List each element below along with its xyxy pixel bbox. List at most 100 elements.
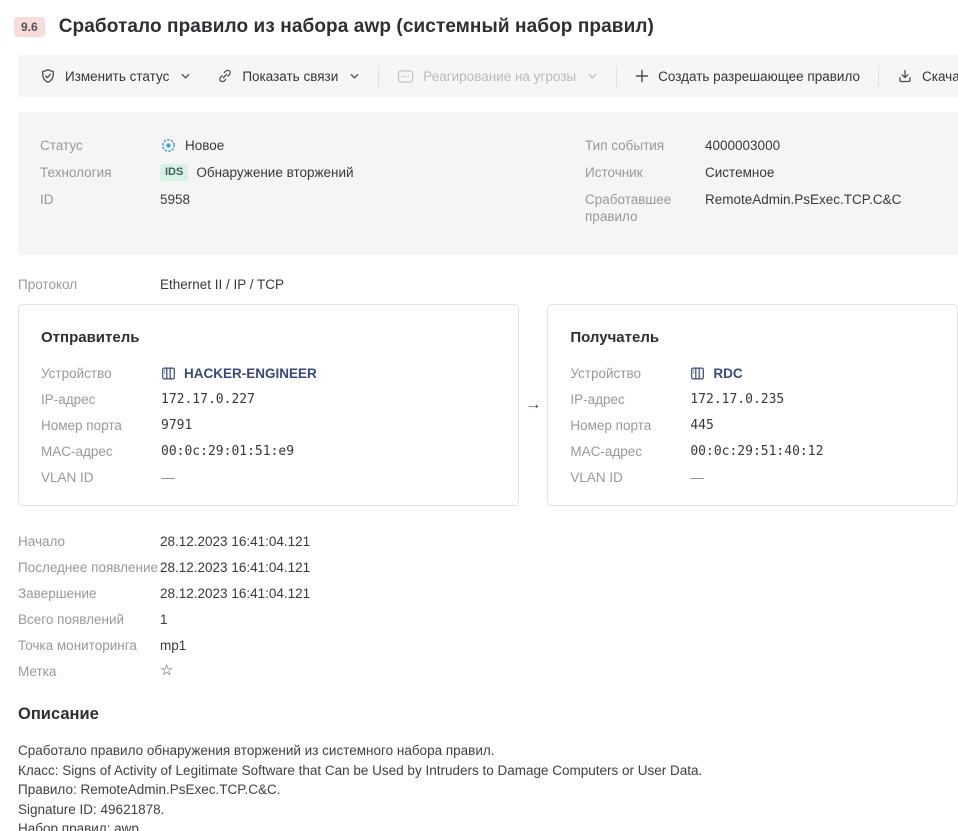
details-list: Начало 28.12.2023 16:41:04.121 Последнее… — [18, 533, 958, 680]
detail-row-mark: Метка ☆ — [18, 663, 958, 680]
detail-row-start: Начало 28.12.2023 16:41:04.121 — [18, 533, 958, 550]
sender-device-link[interactable]: HACKER-ENGINEER — [161, 365, 317, 382]
ip-label: IP-адрес — [41, 391, 161, 408]
ip-label: IP-адрес — [570, 391, 690, 408]
detail-row-last-seen: Последнее появление 28.12.2023 16:41:04.… — [18, 559, 958, 576]
description-title: Описание — [18, 705, 958, 724]
receiver-ip-value: 172.17.0.235 — [690, 391, 784, 408]
change-status-label: Изменить статус — [65, 69, 169, 84]
threat-response-button[interactable]: Реагирование на угрозы — [397, 69, 598, 84]
download-icon — [897, 68, 913, 84]
triggered-rule-label: Сработавшее правило — [585, 191, 705, 225]
protocol-row: Протокол Ethernet II / IP / TCP — [18, 276, 958, 293]
favorite-star-icon[interactable]: ☆ — [160, 663, 173, 680]
receiver-ip-row: IP-адрес 172.17.0.235 — [570, 391, 935, 408]
detail-label: Начало — [18, 533, 160, 550]
show-links-label: Показать связи — [242, 69, 338, 84]
port-label: Номер порта — [41, 417, 161, 434]
receiver-mac-row: MAC-адрес 00:0c:29:51:40:12 — [570, 443, 935, 460]
detail-label: Метка — [18, 663, 160, 680]
receiver-title: Получатель — [570, 329, 935, 346]
device-icon — [690, 366, 705, 381]
mac-label: MAC-адрес — [41, 443, 161, 460]
chevron-down-icon — [180, 71, 191, 82]
summary-card: Статус Новое Технология IDS Обнаружение … — [18, 112, 958, 255]
device-label: Устройство — [570, 365, 690, 382]
detail-label: Завершение — [18, 585, 160, 602]
id-label: ID — [40, 191, 160, 208]
description-line: Правило: RemoteAdmin.PsExec.TCP.C&C. — [18, 780, 958, 800]
download-traffic-button[interactable]: Скачать трафик — [897, 68, 958, 84]
receiver-mac-value: 00:0c:29:51:40:12 — [690, 443, 823, 460]
sender-vlan-value: — — [161, 469, 175, 486]
description-section: Описание Сработало правило обнаружения в… — [18, 705, 958, 831]
detail-label: Всего появлений — [18, 611, 160, 628]
receiver-port-row: Номер порта 445 — [570, 417, 935, 434]
mac-label: MAC-адрес — [570, 443, 690, 460]
show-links-button[interactable]: Показать связи — [217, 68, 360, 84]
toolbar: Изменить статус Показать связи Реагирова… — [18, 55, 958, 97]
id-row: ID 5958 — [40, 191, 585, 208]
threat-response-label: Реагирование на угрозы — [423, 69, 576, 84]
source-row: Источник Системное — [585, 164, 958, 181]
flow-direction: → — [519, 304, 547, 506]
toolbar-divider — [616, 66, 617, 87]
page-header: 9.6 Сработало правило из набора awp (сис… — [0, 0, 958, 38]
detail-value: mp1 — [160, 637, 186, 654]
protocol-label: Протокол — [18, 276, 160, 293]
detail-value: 28.12.2023 16:41:04.121 — [160, 533, 310, 550]
technology-row: Технология IDS Обнаружение вторжений — [40, 164, 585, 181]
technology-label: Технология — [40, 164, 160, 181]
technology-text: Обнаружение вторжений — [196, 164, 353, 181]
detail-row-occurrences: Всего появлений 1 — [18, 611, 958, 628]
receiver-device-row: Устройство RDC — [570, 365, 935, 382]
id-value: 5958 — [160, 191, 190, 208]
create-allow-rule-label: Создать разрешающее правило — [658, 69, 860, 84]
detail-value: 1 — [160, 611, 168, 628]
event-type-row: Тип события 4000003000 — [585, 137, 958, 154]
technology-value: IDS Обнаружение вторжений — [160, 164, 354, 181]
detail-label: Последнее появление — [18, 559, 160, 576]
receiver-card: Получатель Устройство RDC IP-адрес 172.1… — [547, 304, 958, 506]
sender-mac-row: MAC-адрес 00:0c:29:01:51:e9 — [41, 443, 496, 460]
response-dots-icon — [397, 69, 414, 84]
description-line: Signature ID: 49621878. — [18, 800, 958, 820]
triggered-rule-row: Сработавшее правило RemoteAdmin.PsExec.T… — [585, 191, 958, 225]
detail-label: Точка мониторинга — [18, 637, 160, 654]
sender-port-row: Номер порта 9791 — [41, 417, 496, 434]
description-line: Сработало правило обнаружения вторжений … — [18, 741, 958, 761]
create-allow-rule-button[interactable]: Создать разрешающее правило — [635, 69, 860, 84]
traffic-flow: Отправитель Устройство HACKER-ENGINEER I… — [18, 304, 958, 506]
download-traffic-label: Скачать трафик — [922, 69, 958, 84]
status-label: Статус — [40, 137, 160, 154]
detail-row-monitoring-point: Точка мониторинга mp1 — [18, 637, 958, 654]
receiver-vlan-value: — — [690, 469, 704, 486]
description-line: Класс: Signs of Activity of Legitimate S… — [18, 761, 958, 781]
summary-right-column: Тип события 4000003000 Источник Системно… — [585, 137, 958, 235]
receiver-port-value: 445 — [690, 417, 713, 434]
arrow-right-icon: → — [525, 396, 541, 414]
alert-detail-page: 9.6 Сработало правило из набора awp (сис… — [0, 0, 958, 831]
sender-port-value: 9791 — [161, 417, 192, 434]
device-icon — [161, 366, 176, 381]
status-text: Новое — [185, 137, 224, 154]
triggered-rule-value: RemoteAdmin.PsExec.TCP.C&C — [705, 191, 901, 225]
toolbar-divider — [878, 66, 879, 87]
receiver-device-name: RDC — [713, 365, 742, 382]
sender-card: Отправитель Устройство HACKER-ENGINEER I… — [18, 304, 519, 506]
detail-row-end: Завершение 28.12.2023 16:41:04.121 — [18, 585, 958, 602]
sender-ip-row: IP-адрес 172.17.0.227 — [41, 391, 496, 408]
protocol-value: Ethernet II / IP / TCP — [160, 276, 284, 293]
source-value: Системное — [705, 164, 774, 181]
severity-badge: 9.6 — [14, 17, 45, 37]
shield-check-icon — [40, 68, 56, 84]
detail-value: 28.12.2023 16:41:04.121 — [160, 585, 310, 602]
event-type-label: Тип события — [585, 137, 705, 154]
receiver-device-link[interactable]: RDC — [690, 365, 742, 382]
chevron-down-icon — [349, 71, 360, 82]
link-icon — [217, 68, 233, 84]
sender-device-row: Устройство HACKER-ENGINEER — [41, 365, 496, 382]
sender-title: Отправитель — [41, 329, 496, 346]
change-status-button[interactable]: Изменить статус — [40, 68, 191, 84]
plus-icon — [635, 69, 649, 83]
